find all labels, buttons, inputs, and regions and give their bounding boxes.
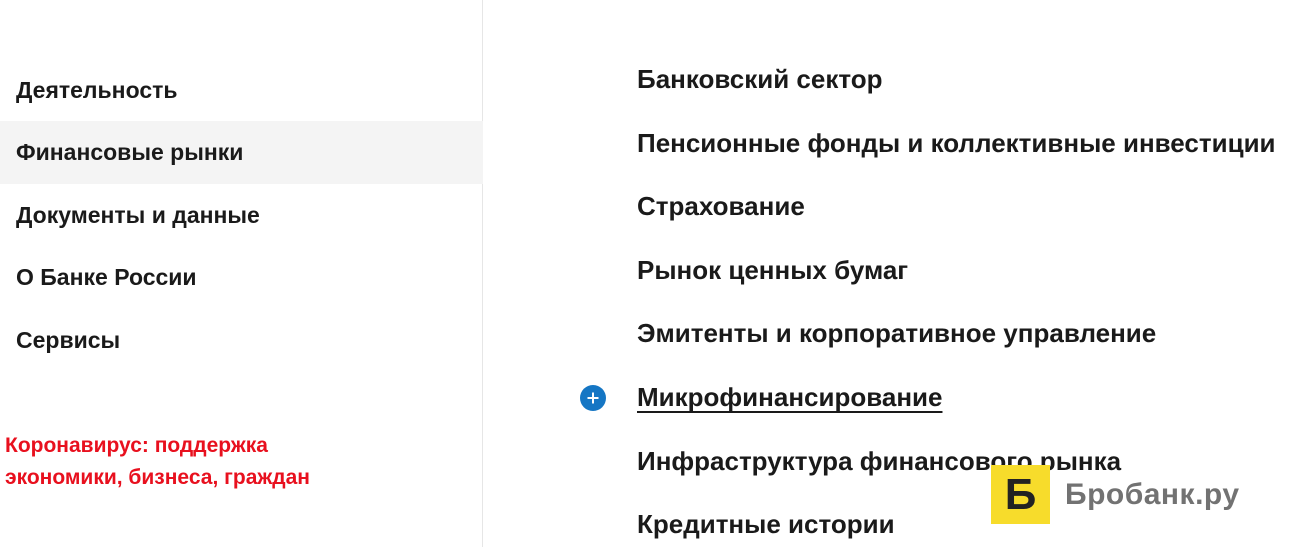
sidebar-item-label: Финансовые рынки bbox=[16, 139, 244, 165]
submenu-item-pension-funds[interactable]: Пенсионные фонды и коллективные инвестиц… bbox=[637, 128, 1276, 159]
sidebar-item-label: О Банке России bbox=[16, 264, 197, 290]
watermark-logo: Б bbox=[991, 465, 1050, 524]
promo-line-2: экономики, бизнеса, граждан bbox=[5, 466, 310, 489]
sidebar-item-financial-markets[interactable]: Финансовые рынки bbox=[0, 121, 483, 184]
promo-line-1: Коронавирус: поддержка bbox=[5, 434, 268, 457]
sidebar-item-documents-and-data[interactable]: Документы и данные bbox=[0, 184, 483, 247]
submenu-item-securities-market[interactable]: Рынок ценных бумаг bbox=[637, 255, 908, 286]
plus-icon[interactable] bbox=[580, 385, 606, 411]
sidebar-item-about-bank[interactable]: О Банке России bbox=[0, 246, 483, 309]
submenu-item-credit-histories[interactable]: Кредитные истории bbox=[637, 509, 895, 540]
sidebar-item-label: Сервисы bbox=[16, 327, 121, 353]
submenu-item-insurance[interactable]: Страхование bbox=[637, 191, 805, 222]
sidebar-item-activity[interactable]: Деятельность bbox=[0, 59, 483, 122]
sidebar: Деятельность Финансовые рынки Документы … bbox=[0, 0, 483, 547]
submenu-item-microfinance[interactable]: Микрофинансирование bbox=[637, 382, 942, 413]
submenu-item-issuers-governance[interactable]: Эмитенты и корпоративное управление bbox=[637, 318, 1156, 349]
sidebar-item-services[interactable]: Сервисы bbox=[0, 309, 483, 372]
sidebar-item-label: Деятельность bbox=[16, 77, 178, 103]
page: Деятельность Финансовые рынки Документы … bbox=[0, 0, 1304, 547]
coronavirus-promo-link[interactable]: Коронавирус: поддержка экономики, бизнес… bbox=[5, 430, 425, 494]
sidebar-item-label: Документы и данные bbox=[16, 202, 260, 228]
watermark: Б Бробанк.ру bbox=[991, 465, 1240, 524]
submenu-item-banking-sector[interactable]: Банковский сектор bbox=[637, 64, 883, 95]
watermark-text: Бробанк.ру bbox=[1065, 477, 1240, 511]
